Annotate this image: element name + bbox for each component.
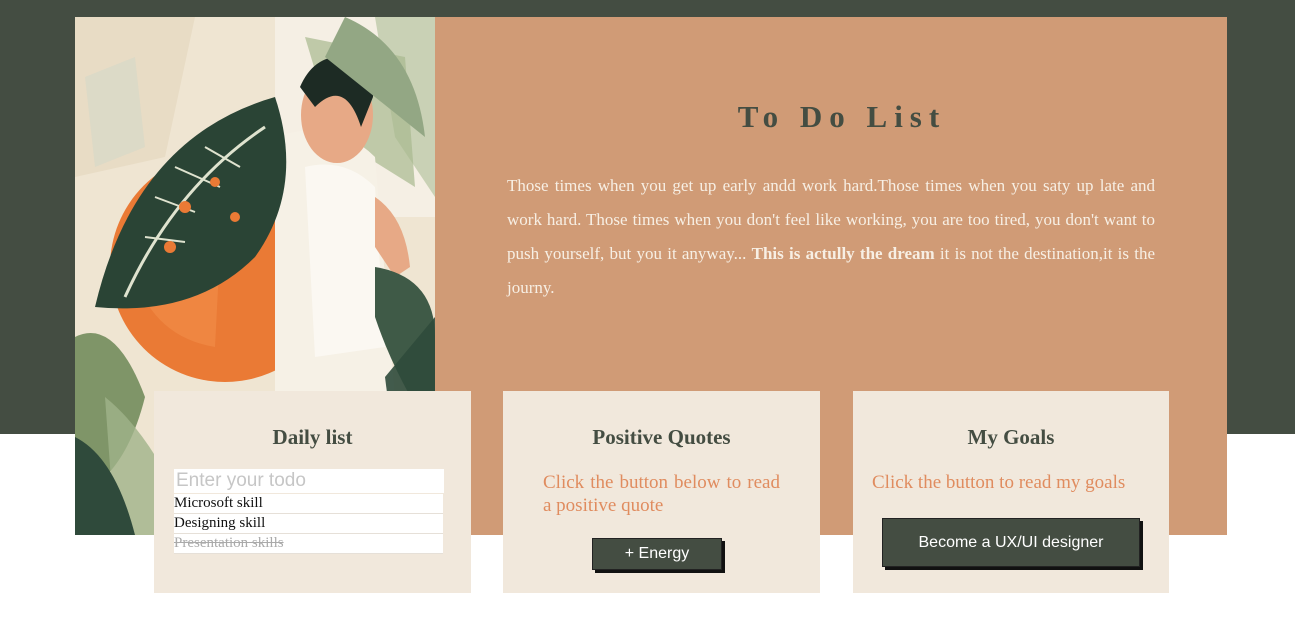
todo-item-microsoft-skill[interactable]: Microsoft skill — [174, 494, 443, 514]
energy-button[interactable]: + Energy — [592, 538, 722, 570]
my-goals-card: My Goals Click the button to read my goa… — [853, 391, 1169, 593]
positive-quotes-card: Positive Quotes Click the button below t… — [503, 391, 820, 593]
quotes-instruction: Click the button below to read a positiv… — [543, 472, 780, 516]
intro-paragraph: Those times when you get up early andd w… — [507, 169, 1155, 305]
intro-text-bold: This is actully the dream — [751, 244, 935, 263]
todo-list: Microsoft skill Designing skill Presenta… — [174, 494, 443, 554]
daily-list-card: Daily list Microsoft skill Designing ski… — [154, 391, 471, 593]
todo-item-designing-skill[interactable]: Designing skill — [174, 514, 443, 534]
positive-quotes-title: Positive Quotes — [592, 425, 731, 449]
my-goals-title: My Goals — [967, 425, 1055, 449]
goals-button[interactable]: Become a UX/UI designer — [882, 518, 1140, 567]
todo-item-presentation-skills[interactable]: Presentation skills — [174, 534, 443, 554]
todo-input[interactable] — [174, 469, 444, 493]
daily-list-title: Daily list — [272, 425, 353, 449]
goals-instruction: Click the button to read my goals — [872, 472, 1126, 493]
page-title: To Do List — [737, 99, 947, 134]
